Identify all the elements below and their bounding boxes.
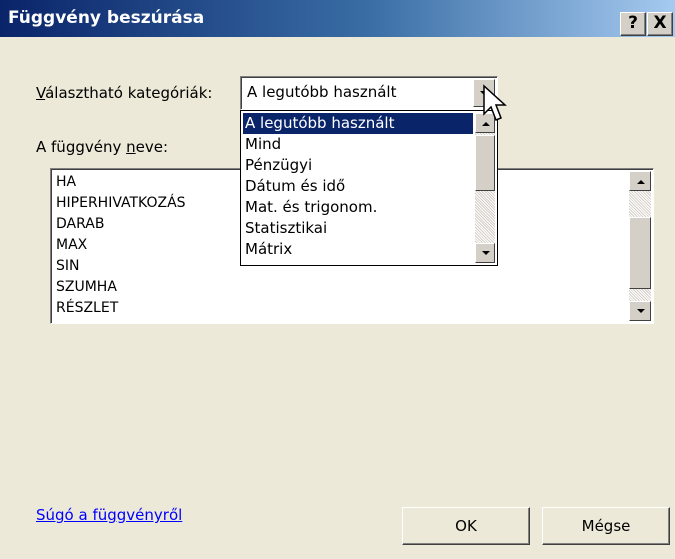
category-dropdown-list[interactable]: A legutóbb használt Mind Pénzügyi Dátum … <box>240 110 498 266</box>
function-scroll-up-button[interactable] <box>629 171 651 191</box>
dropdown-option-financial[interactable]: Pénzügyi <box>243 155 473 176</box>
dropdown-scroll-thumb[interactable] <box>475 135 495 191</box>
function-item[interactable]: RÉSZLET <box>56 298 118 318</box>
insert-function-dialog: Függvény beszúrása ? X Választható kateg… <box>0 0 675 559</box>
category-label: Választható kategóriák: <box>36 84 212 102</box>
arrow-up-icon <box>637 180 645 184</box>
ok-button[interactable]: OK <box>402 507 530 545</box>
arrow-down-icon <box>482 251 490 255</box>
function-scroll-thumb[interactable] <box>629 217 651 289</box>
dropdown-option-matrix[interactable]: Mátrix <box>243 239 473 260</box>
function-name-label: A függvény neve: <box>36 138 168 156</box>
help-button[interactable]: ? <box>620 12 646 36</box>
function-item[interactable]: DARAB <box>56 214 104 234</box>
dropdown-option-math[interactable]: Mat. és trigonom. <box>243 197 473 218</box>
function-item[interactable]: SIN <box>56 256 80 276</box>
function-help-link[interactable]: Súgó a függvényről <box>36 506 182 524</box>
dropdown-scrollbar[interactable] <box>475 113 495 263</box>
close-button[interactable]: X <box>647 12 673 36</box>
arrow-down-icon <box>637 309 645 313</box>
title-bar: Függvény beszúrása ? X <box>0 0 675 37</box>
function-item[interactable]: HIPERHIVATKOZÁS <box>56 193 186 213</box>
dropdown-option-recent[interactable]: A legutóbb használt <box>243 113 473 134</box>
function-name-label-accel: n <box>126 138 136 156</box>
category-label-accel: V <box>36 84 46 102</box>
function-name-label-rest: eve: <box>135 138 169 156</box>
dropdown-option-datetime[interactable]: Dátum és idő <box>243 176 473 197</box>
dropdown-scroll-down-button[interactable] <box>475 243 495 263</box>
function-scroll-down-button[interactable] <box>629 301 651 321</box>
mouse-cursor-icon <box>483 84 507 121</box>
function-list-scrollbar[interactable] <box>629 171 651 321</box>
function-item[interactable]: MAX <box>56 235 87 255</box>
dropdown-option-statistical[interactable]: Statisztikai <box>243 218 473 239</box>
function-name-label-prefix: A függvény <box>36 138 127 156</box>
dropdown-option-all[interactable]: Mind <box>243 134 473 155</box>
cancel-button[interactable]: Mégse <box>542 507 670 545</box>
category-label-rest: álasztható kategóriák: <box>45 84 213 102</box>
function-item[interactable]: SZUMHA <box>56 277 117 297</box>
category-combobox-value: A legutóbb használt <box>247 83 397 101</box>
function-item[interactable]: HA <box>56 172 76 192</box>
window-title: Függvény beszúrása <box>8 8 205 28</box>
category-combobox[interactable]: A legutóbb használt <box>240 76 498 110</box>
